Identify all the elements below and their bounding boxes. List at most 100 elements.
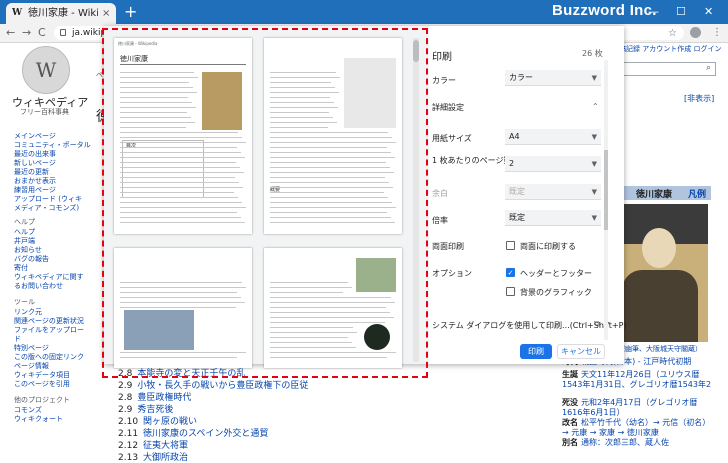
sidebar-tool-item[interactable]: この版への固定リンク xyxy=(14,353,84,362)
highlight-frame xyxy=(102,28,428,378)
header-footer-checkbox[interactable]: ✓ xyxy=(506,268,515,277)
sidebar-section-projects: 他のプロジェクト xyxy=(14,396,70,404)
infobox-row: 生誕 天文11年12月26日（ユリウス暦1543年1月31日、グレゴリオ暦1543… xyxy=(562,370,712,390)
infobox-row-value[interactable]: 松平竹千代（幼名）→ 元信（初名）→ 元康 → 家康 → 徳川家康 xyxy=(562,418,710,437)
site-tagline: フリー百科事典 xyxy=(20,108,69,116)
star-icon[interactable]: ☆ xyxy=(668,28,677,39)
chevron-down-icon: ▼ xyxy=(591,133,597,141)
sidebar-tool-item[interactable]: 特別ページ xyxy=(14,344,49,353)
sidebar-project-item[interactable]: ウィキクォート xyxy=(14,415,63,424)
lock-icon xyxy=(60,29,66,36)
wikipedia-favicon-icon: W xyxy=(12,8,23,18)
create-account-link[interactable]: アカウント作成 xyxy=(642,45,691,53)
margins-label: 余白 xyxy=(432,189,448,198)
new-tab-button[interactable]: + xyxy=(124,3,137,21)
settings-scroll-thumb[interactable] xyxy=(604,150,608,230)
pages-per-sheet-select[interactable]: 2 ▼ xyxy=(505,156,601,172)
search-icon[interactable]: ⌕ xyxy=(706,63,711,73)
infobox-row: 別名 通称：次郎三郎、蔵人佐 xyxy=(562,438,712,448)
legend-link[interactable]: 凡例 xyxy=(688,187,706,200)
infobox-row-key: 別名 xyxy=(562,438,578,447)
sidebar-tool-item[interactable]: このページを引用 xyxy=(14,380,70,389)
sidebar-help-item[interactable]: ウィキペディアに関す xyxy=(14,273,84,282)
login-link[interactable]: ログイン xyxy=(693,45,721,53)
sidebar-nav-item[interactable]: コミュニティ・ポータル xyxy=(14,141,91,150)
chevron-down-icon: ▼ xyxy=(591,160,597,168)
destination-select[interactable]: カラー ▼ xyxy=(505,70,601,86)
sidebar-project-item[interactable]: コモンズ xyxy=(14,406,42,415)
sidebar-tool-item[interactable]: 関連ページの更新状況 xyxy=(14,317,84,326)
toc-item-label[interactable]: 大御所政治 xyxy=(143,453,188,463)
menu-icon[interactable]: ⋮ xyxy=(712,27,722,38)
sidebar-section-help: ヘルプ xyxy=(14,218,35,226)
close-window-button[interactable]: ✕ xyxy=(704,5,713,19)
infobox-row-value[interactable]: 元和2年4月17日（グレゴリオ暦1616年6月1日） xyxy=(562,398,697,417)
sidebar-help-item[interactable]: お知らせ xyxy=(14,246,42,255)
wikipedia-globe-logo[interactable]: W xyxy=(22,46,70,94)
toc-item[interactable]: 2.13 大御所政治 xyxy=(118,450,188,463)
brand-watermark: Buzzword Inc. xyxy=(552,2,657,19)
page-count: 26 枚 xyxy=(582,49,603,58)
infobox-row-key: 死没 xyxy=(562,398,578,407)
sidebar-nav-item[interactable]: おまかせ表示 xyxy=(14,177,56,186)
back-icon[interactable]: ← xyxy=(6,24,15,42)
more-settings-label[interactable]: 詳細設定 xyxy=(432,102,464,113)
sidebar-nav-item[interactable]: 最近の出来事 xyxy=(14,150,56,159)
cancel-button[interactable]: キャンセル xyxy=(557,344,605,359)
paper-size-label: 用紙サイズ xyxy=(432,134,472,143)
infobox-row-value[interactable]: 天文11年12月26日（ユリウス暦1543年1月31日、グレゴリオ暦1543年2… xyxy=(562,370,711,390)
infobox-row-key: 改名 xyxy=(562,418,578,427)
destination-label: カラー xyxy=(432,76,456,85)
scale-label: 倍率 xyxy=(432,216,448,225)
sidebar-nav-item[interactable]: 新しいページ xyxy=(14,159,56,168)
browser-tab[interactable]: W 徳川家康 - Wikipedia × xyxy=(6,3,116,24)
header-footer-label[interactable]: ヘッダーとフッター xyxy=(520,268,592,279)
sidebar-tool-item[interactable]: ファイルをアップロー xyxy=(14,326,84,335)
sidebar-nav-item[interactable]: アップロード (ウィキ xyxy=(14,195,82,204)
infobox-title: 徳川家康 xyxy=(636,190,673,200)
chevron-down-icon: ▼ xyxy=(591,214,597,222)
chevron-up-icon[interactable]: ⌃ xyxy=(592,102,599,111)
duplex-checkbox[interactable] xyxy=(506,241,515,250)
scale-select[interactable]: 既定 ▼ xyxy=(505,210,601,226)
margins-select: 既定 ▼ xyxy=(505,184,601,200)
options-label: オプション xyxy=(432,269,472,278)
tab-title: 徳川家康 - Wikipedia xyxy=(28,8,98,19)
background-graphics-checkbox[interactable] xyxy=(506,287,515,296)
sidebar-help-item[interactable]: 寄付 xyxy=(14,264,28,273)
hide-link[interactable]: [非表示] xyxy=(684,93,714,104)
pages-per-sheet-label: 1 枚あたりのページ数 xyxy=(432,156,512,165)
maximize-button[interactable]: ☐ xyxy=(676,5,686,19)
duplex-option-label[interactable]: 両面に印刷する xyxy=(520,241,576,252)
infobox-row: 死没 元和2年4月17日（グレゴリオ暦1616年6月1日） xyxy=(562,398,712,418)
toc-item-number: 2.13 xyxy=(118,453,139,463)
sidebar-nav-item[interactable]: 練習用ページ xyxy=(14,186,56,195)
background-graphics-label[interactable]: 背景のグラフィック xyxy=(520,287,592,298)
profile-avatar-icon[interactable] xyxy=(690,27,701,38)
sidebar-help-item[interactable]: るお問い合わせ xyxy=(14,282,63,291)
sidebar-tool-item[interactable]: ウィキデータ項目 xyxy=(14,371,70,380)
sidebar-nav-item[interactable]: 最近の更新 xyxy=(14,168,49,177)
sidebar-help-item[interactable]: ヘルプ xyxy=(14,228,35,237)
sidebar-section-tools: ツール xyxy=(14,298,35,306)
reload-icon[interactable]: C xyxy=(38,24,46,42)
infobox-row-value[interactable]: 通称：次郎三郎、蔵人佐 xyxy=(581,438,669,447)
search-input[interactable] xyxy=(612,62,716,76)
forward-icon[interactable]: → xyxy=(22,24,31,42)
sidebar-tool-item[interactable]: ページ情報 xyxy=(14,362,49,371)
print-button[interactable]: 印刷 xyxy=(520,344,552,359)
sidebar-nav-item[interactable]: メディア・コモンズ) xyxy=(14,204,79,213)
print-title: 印刷 xyxy=(432,52,452,63)
sidebar-tool-item[interactable]: リンク元 xyxy=(14,308,42,317)
sidebar-help-item[interactable]: 井戸端 xyxy=(14,237,35,246)
open-external-icon: ⧉ xyxy=(594,319,600,328)
sidebar-help-item[interactable]: バグの報告 xyxy=(14,255,49,264)
minimize-button[interactable]: — xyxy=(648,5,659,19)
tab-close-icon[interactable]: × xyxy=(102,3,110,24)
sidebar-tool-item[interactable]: ド xyxy=(14,335,21,344)
infobox-row: 改名 松平竹千代（幼名）→ 元信（初名）→ 元康 → 家康 → 徳川家康 xyxy=(562,418,712,438)
chevron-down-icon: ▼ xyxy=(591,74,597,82)
duplex-label: 両面印刷 xyxy=(432,242,464,251)
paper-size-select[interactable]: A4 ▼ xyxy=(505,129,601,145)
sidebar-nav-item[interactable]: メインページ xyxy=(14,132,56,141)
